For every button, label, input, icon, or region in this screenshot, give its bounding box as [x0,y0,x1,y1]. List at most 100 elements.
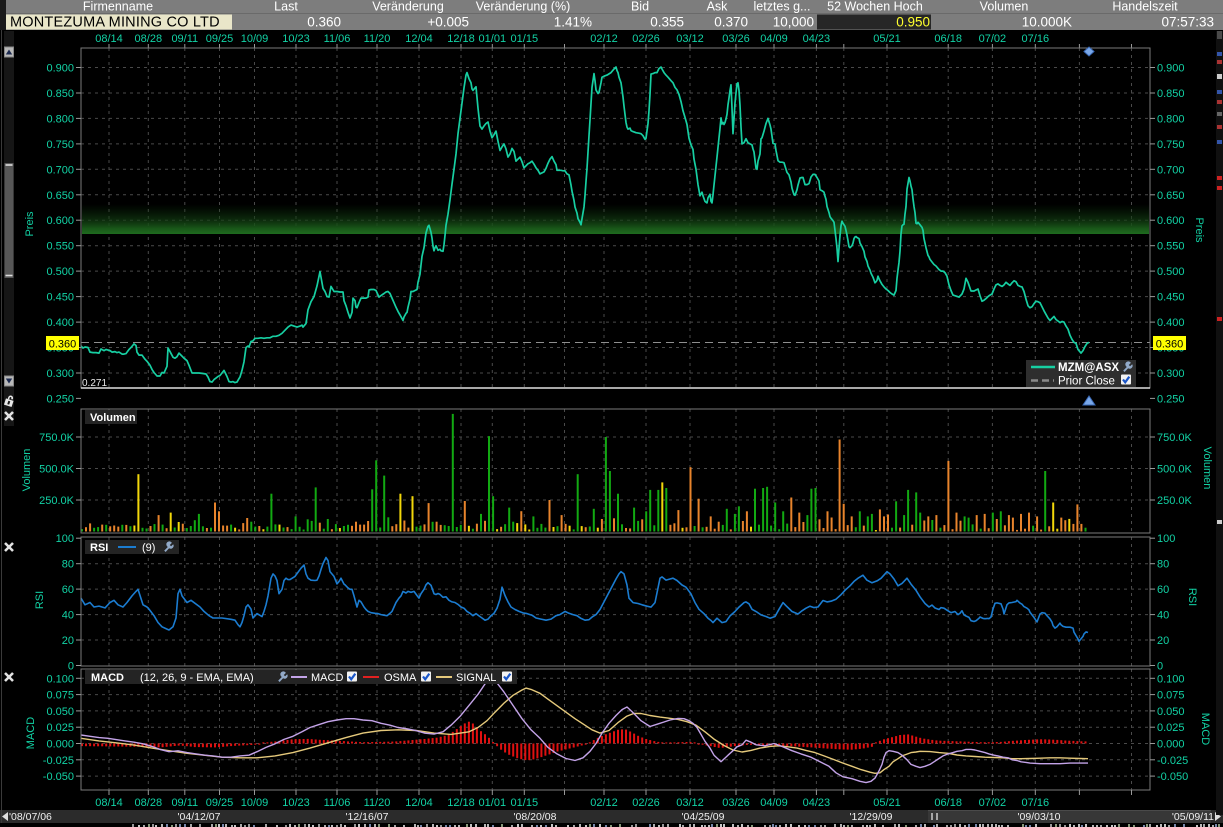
svg-text:02/26: 02/26 [632,33,660,45]
svg-text:0.025: 0.025 [1157,722,1185,734]
svg-text:60: 60 [62,584,74,596]
svg-text:Last: Last [274,0,298,14]
svg-text:08/28: 08/28 [135,797,163,809]
svg-text:02/26: 02/26 [632,797,660,809]
svg-text:11/06: 11/06 [324,797,351,809]
svg-text:RSI: RSI [34,591,46,609]
svg-text:0.450: 0.450 [1157,292,1185,304]
svg-text:0.360: 0.360 [307,15,341,30]
svg-text:0.800: 0.800 [1157,113,1185,125]
svg-text:01/01: 01/01 [479,797,507,809]
svg-text:10/23: 10/23 [282,797,310,809]
svg-text:0.000: 0.000 [46,739,74,751]
svg-text:0.650: 0.650 [46,190,74,202]
svg-text:40: 40 [1157,610,1169,622]
svg-text:MONTEZUMA MINING CO LTD: MONTEZUMA MINING CO LTD [10,15,220,31]
svg-text:MACD: MACD [311,672,343,684]
svg-text:Handelszeit: Handelszeit [1112,0,1178,14]
svg-text:0.355: 0.355 [650,15,684,30]
svg-text:12/18: 12/18 [447,797,475,809]
svg-text:MACD: MACD [25,717,37,749]
svg-text:0.000: 0.000 [1157,739,1185,751]
svg-text:RSI: RSI [90,542,108,554]
svg-text:0.550: 0.550 [46,241,74,253]
svg-text:0.700: 0.700 [1157,164,1185,176]
svg-text:-0.050: -0.050 [1157,771,1188,783]
svg-text:RSI: RSI [1186,588,1198,606]
svg-text:04/09: 04/09 [760,797,788,809]
svg-text:01/15: 01/15 [511,33,539,45]
svg-text:0.075: 0.075 [1157,690,1185,702]
svg-text:0.370: 0.370 [714,15,748,30]
svg-text:0.700: 0.700 [46,164,74,176]
svg-text:07:57:33: 07:57:33 [1161,15,1214,30]
svg-text:0: 0 [1157,661,1163,673]
svg-text:0.100: 0.100 [46,673,74,685]
svg-text:'12/29/09: '12/29/09 [850,811,893,823]
svg-text:'04/25/09: '04/25/09 [682,811,725,823]
svg-text:0.100: 0.100 [1157,673,1185,685]
svg-text:10/09: 10/09 [241,33,269,45]
svg-text:'08/20/08: '08/20/08 [514,811,557,823]
svg-text:0.450: 0.450 [46,292,74,304]
svg-text:(12, 26, 9 - EMA, EMA): (12, 26, 9 - EMA, EMA) [140,672,254,684]
svg-text:Prior Close: Prior Close [1058,376,1115,388]
svg-text:'08/07/06: '08/07/06 [9,811,52,823]
svg-text:100: 100 [1157,533,1175,545]
svg-text:11/20: 11/20 [364,33,391,45]
svg-text:0.075: 0.075 [46,690,74,702]
svg-text:0.550: 0.550 [1157,241,1185,253]
svg-text:0.400: 0.400 [46,317,74,329]
svg-text:04/09: 04/09 [760,33,788,45]
svg-text:10/09: 10/09 [241,797,269,809]
svg-text:60: 60 [1157,584,1169,596]
svg-text:07/02: 07/02 [979,797,1007,809]
svg-text:0.850: 0.850 [46,88,74,100]
svg-text:-0.025: -0.025 [1157,755,1188,767]
svg-text:0.500: 0.500 [1157,266,1185,278]
svg-text:0.600: 0.600 [1157,215,1185,227]
svg-text:0: 0 [68,661,74,673]
svg-text:0.750: 0.750 [46,139,74,151]
svg-text:500.0K: 500.0K [39,464,75,476]
svg-text:20: 20 [62,635,74,647]
svg-text:0.360: 0.360 [1156,339,1184,351]
svg-text:750.0K: 750.0K [39,432,75,444]
svg-text:100: 100 [56,533,74,545]
svg-text:04/23: 04/23 [803,797,831,809]
svg-text:03/12: 03/12 [676,797,704,809]
svg-text:Bid: Bid [631,0,649,14]
svg-text:0.500: 0.500 [46,266,74,278]
svg-text:Veränderung: Veränderung [372,0,444,14]
svg-text:09/25: 09/25 [206,797,234,809]
svg-text:40: 40 [62,610,74,622]
svg-text:08/14: 08/14 [95,797,123,809]
svg-text:0.400: 0.400 [1157,317,1185,329]
svg-text:250.0K: 250.0K [39,495,75,507]
svg-text:0.800: 0.800 [46,113,74,125]
svg-text:0.050: 0.050 [1157,706,1185,718]
svg-text:750.0K: 750.0K [1157,432,1193,444]
svg-text:09/11: 09/11 [171,33,198,45]
svg-text:'12/16/07: '12/16/07 [346,811,389,823]
svg-text:03/26: 03/26 [722,33,750,45]
svg-text:01/15: 01/15 [511,797,539,809]
svg-text:0.025: 0.025 [46,722,74,734]
svg-text:'05/09/11: '05/09/11 [1172,811,1214,823]
svg-text:03/26: 03/26 [722,797,750,809]
svg-text:0.360: 0.360 [49,339,77,351]
svg-text:Volumen: Volumen [90,412,136,424]
svg-text:0.271: 0.271 [82,378,107,389]
svg-text:Volumen: Volumen [21,449,33,492]
svg-text:09/25: 09/25 [206,33,234,45]
svg-text:-0.025: -0.025 [43,755,74,767]
svg-text:0.300: 0.300 [46,368,74,380]
svg-text:11/20: 11/20 [364,797,391,809]
svg-text:09/11: 09/11 [171,797,198,809]
svg-text:01/01: 01/01 [479,33,507,45]
svg-text:Firmenname: Firmenname [83,0,153,14]
svg-text:0.850: 0.850 [1157,88,1185,100]
svg-text:10/23: 10/23 [282,33,310,45]
svg-text:0.900: 0.900 [46,63,74,75]
svg-text:08/28: 08/28 [135,33,163,45]
